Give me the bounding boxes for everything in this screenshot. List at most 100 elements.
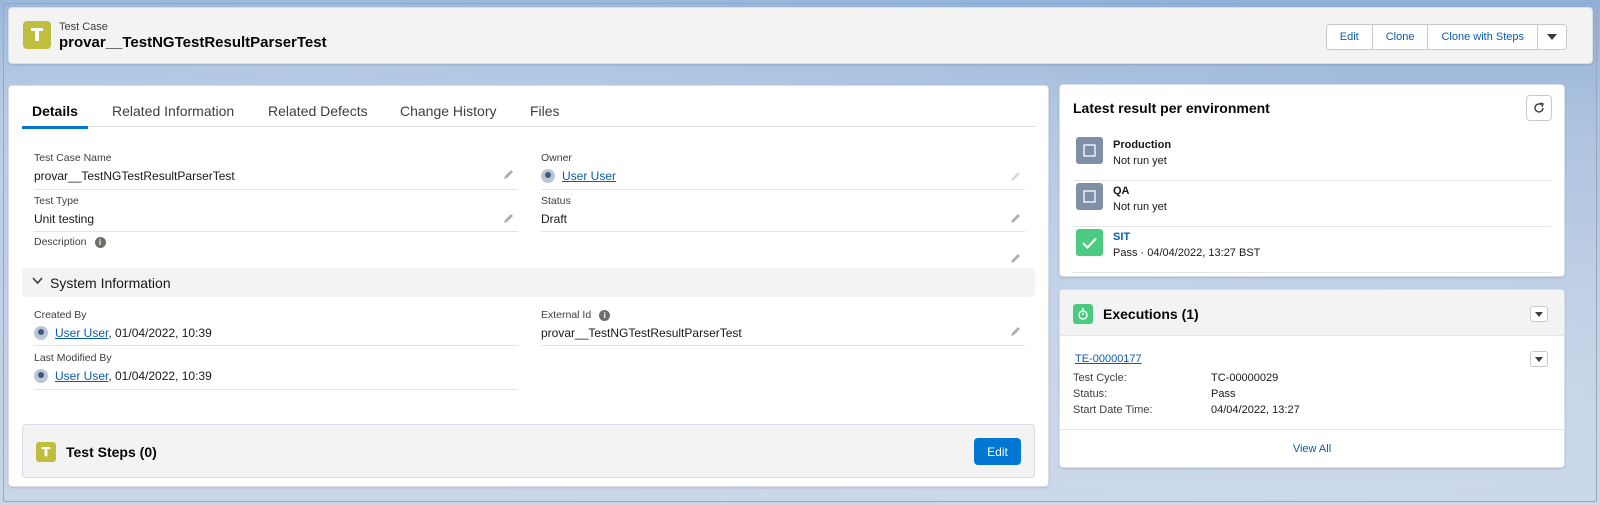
pencil-icon[interactable] <box>1010 212 1022 224</box>
refresh-button[interactable] <box>1526 95 1552 121</box>
tab-related-information[interactable]: Related Information <box>112 103 234 119</box>
record-tabs: Details Related Information Related Defe… <box>22 86 1035 129</box>
latest-results-card: Latest result per environment Production… <box>1059 84 1565 277</box>
chevron-down-icon <box>1535 311 1543 317</box>
field-value: User User, 01/04/2022, 10:39 <box>34 326 212 340</box>
test-cycle-label: Test Cycle: <box>1073 372 1127 384</box>
not-run-icon <box>1076 137 1103 164</box>
executions-footer: View All <box>1060 429 1564 467</box>
owner-link[interactable]: User User <box>562 169 616 183</box>
environment-link[interactable]: SIT <box>1113 231 1130 243</box>
not-run-icon <box>1076 183 1103 210</box>
executions-header: Executions (1) <box>1060 290 1564 336</box>
field-value: Unit testing <box>34 212 95 226</box>
divider <box>34 231 518 232</box>
last-modified-by-link[interactable]: User User <box>55 369 108 383</box>
pencil-icon[interactable] <box>503 212 515 224</box>
avatar <box>541 169 555 183</box>
info-icon[interactable]: i <box>94 237 106 248</box>
more-actions-button[interactable] <box>1538 25 1566 49</box>
record-type-label: Test Case <box>59 21 108 33</box>
divider <box>34 389 518 390</box>
test-steps-title: Test Steps (0) <box>66 444 157 460</box>
external-id-label: External Id <box>541 309 592 321</box>
execution-row-menu-button[interactable] <box>1530 351 1548 367</box>
environment-status: Not run yet <box>1113 201 1167 213</box>
pencil-icon[interactable] <box>1010 325 1022 337</box>
created-by-link[interactable]: User User <box>55 326 108 340</box>
divider <box>541 345 1025 346</box>
field-created-by: Created By User User, 01/04/2022, 10:39 <box>34 309 212 340</box>
pass-check-icon <box>1076 229 1103 256</box>
field-label: Test Case Name <box>34 152 112 164</box>
section-title: System Information <box>50 275 171 291</box>
test-case-icon <box>23 21 51 49</box>
tab-related-defects[interactable]: Related Defects <box>268 103 368 119</box>
field-last-modified-by: Last Modified By User User, 01/04/2022, … <box>34 352 212 383</box>
description-label: Description <box>34 236 87 248</box>
tab-details[interactable]: Details <box>22 103 88 129</box>
field-label: Description i <box>34 236 106 248</box>
field-value: User User, 01/04/2022, 10:39 <box>34 369 212 383</box>
header-actions: Edit Clone Clone with Steps <box>1325 24 1567 50</box>
edit-button[interactable]: Edit <box>1326 25 1373 49</box>
change-owner-icon[interactable] <box>1010 170 1022 182</box>
info-icon[interactable]: i <box>599 310 611 321</box>
status-value: Pass <box>1211 388 1236 400</box>
environment-status: Pass · 04/04/2022, 13:27 BST <box>1113 247 1261 259</box>
avatar <box>34 369 48 383</box>
executions-menu-button[interactable] <box>1530 306 1548 322</box>
edit-steps-button[interactable]: Edit <box>974 438 1021 465</box>
test-cycle-link[interactable]: TC-00000029 <box>1211 372 1278 384</box>
field-owner: Owner User User <box>541 152 616 183</box>
divider <box>1073 272 1551 273</box>
environment-row: QA Not run yet <box>1073 182 1551 227</box>
pencil-icon[interactable] <box>503 168 515 180</box>
test-case-icon <box>36 442 56 462</box>
field-label: Created By <box>34 309 87 321</box>
latest-results-title: Latest result per environment <box>1073 100 1270 116</box>
created-date: , 01/04/2022, 10:39 <box>108 326 212 340</box>
chevron-down-icon <box>1547 34 1557 40</box>
execution-record-link[interactable]: TE-00000177 <box>1075 353 1142 365</box>
field-label: Owner <box>541 152 572 164</box>
field-value: Draft <box>541 212 568 226</box>
field-status: Status Draft <box>541 195 571 226</box>
field-description: Description i <box>34 236 106 248</box>
clone-button[interactable]: Clone <box>1372 25 1429 49</box>
field-value: provar__TestNGTestResultParserTest <box>34 169 235 183</box>
executions-card: Executions (1) TE-00000177 Test Cycle: T… <box>1059 289 1565 468</box>
environment-name: Production <box>1113 139 1172 151</box>
executions-title: Executions (1) <box>1103 306 1199 322</box>
divider <box>541 189 1025 190</box>
refresh-icon <box>1534 102 1544 113</box>
tab-change-history[interactable]: Change History <box>400 103 497 119</box>
field-label: Last Modified By <box>34 352 112 364</box>
status-label: Status: <box>1073 388 1108 400</box>
test-steps-card: Test Steps (0) Edit <box>22 424 1035 478</box>
field-label: Test Type <box>34 195 79 207</box>
field-test-case-name: Test Case Name provar__TestNGTestResultP… <box>34 152 235 183</box>
field-test-type: Test Type Unit testing <box>34 195 94 226</box>
tab-files[interactable]: Files <box>530 103 560 119</box>
field-label: External Id i <box>541 309 742 321</box>
divider <box>541 231 1025 232</box>
field-value: provar__TestNGTestResultParserTest <box>541 326 742 340</box>
divider <box>1073 180 1551 181</box>
record-header: Test Case provar__TestNGTestResultParser… <box>8 7 1593 64</box>
start-date-time-label: Start Date Time: <box>1073 404 1153 416</box>
start-date-time-value: 04/04/2022, 13:27 <box>1211 404 1300 416</box>
chevron-down-icon <box>32 277 43 285</box>
environment-row: Production Not run yet <box>1073 136 1551 181</box>
field-value: User User <box>541 169 616 183</box>
field-label: Status <box>541 195 571 207</box>
view-all-link[interactable]: View All <box>1293 443 1331 455</box>
section-system-information[interactable]: System Information <box>22 268 1035 297</box>
clone-with-steps-button[interactable]: Clone with Steps <box>1428 25 1538 49</box>
field-external-id: External Id i provar__TestNGTestResultPar… <box>541 309 742 340</box>
divider <box>1073 226 1551 227</box>
record-title: provar__TestNGTestResultParserTest <box>59 34 327 51</box>
chevron-down-icon <box>1535 356 1543 362</box>
pencil-icon[interactable] <box>1010 252 1022 264</box>
divider <box>34 345 518 346</box>
